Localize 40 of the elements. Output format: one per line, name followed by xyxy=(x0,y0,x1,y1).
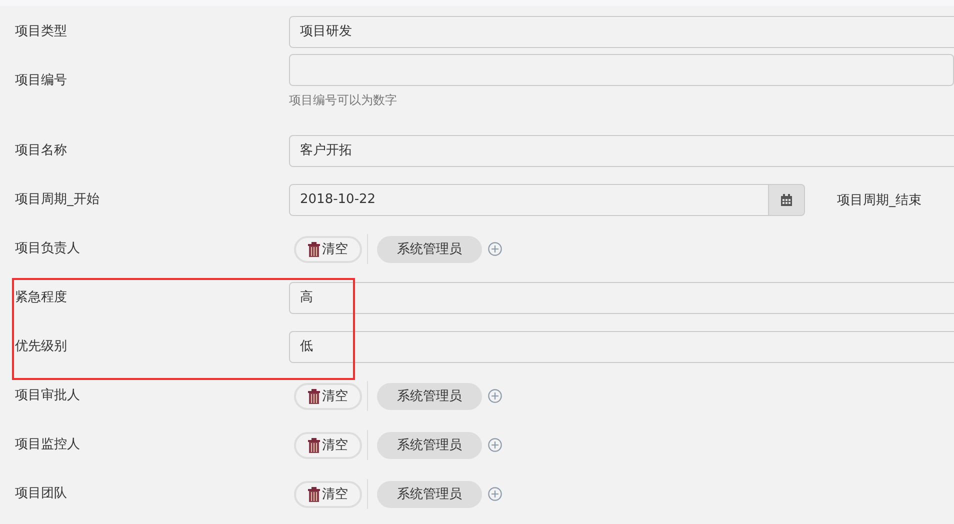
date-field[interactable]: 2018-10-22 xyxy=(289,184,769,216)
field-label: 项目团队 xyxy=(14,485,68,503)
field-label: 项目周期_开始 xyxy=(14,191,100,209)
calendar-icon xyxy=(780,194,793,206)
field-label: 项目编号 xyxy=(14,72,68,90)
field-label: 项目周期_结束 xyxy=(837,192,922,209)
input-field[interactable]: 客户开拓 xyxy=(289,135,954,167)
field-label: 项目类型 xyxy=(14,23,68,41)
add-icon xyxy=(488,242,502,256)
add-button[interactable] xyxy=(488,487,502,501)
trash-icon xyxy=(308,486,320,502)
input-field[interactable]: 低 xyxy=(289,331,954,363)
clear-button[interactable]: 清空 xyxy=(294,382,362,410)
trash-icon xyxy=(308,438,320,452)
add-icon xyxy=(488,487,502,501)
field-label: 项目监控人 xyxy=(14,436,81,454)
hint-text: 项目编号可以为数字 xyxy=(289,92,398,108)
calendar-button[interactable] xyxy=(769,184,805,216)
input-field[interactable] xyxy=(289,54,954,86)
add-icon xyxy=(488,389,502,403)
add-button[interactable] xyxy=(488,438,502,452)
field-label: 项目审批人 xyxy=(14,387,81,405)
person-chip[interactable]: 系统管理员 xyxy=(377,236,482,262)
field-label: 项目名称 xyxy=(14,142,68,160)
person-chip[interactable]: 系统管理员 xyxy=(377,432,482,458)
clear-button[interactable]: 清空 xyxy=(294,480,362,508)
add-button[interactable] xyxy=(488,242,502,256)
add-button[interactable] xyxy=(488,389,502,403)
clear-button[interactable]: 清空 xyxy=(294,432,362,458)
field-label: 项目负责人 xyxy=(14,240,81,258)
field-label: 紧急程度 xyxy=(14,289,68,307)
person-chip[interactable]: 系统管理员 xyxy=(377,382,482,410)
field-label: 优先级别 xyxy=(14,338,68,356)
trash-icon xyxy=(308,242,320,256)
clear-button[interactable]: 清空 xyxy=(294,236,362,262)
input-field[interactable]: 项目研发 xyxy=(289,16,954,48)
person-chip[interactable]: 系统管理员 xyxy=(377,480,482,508)
input-field[interactable]: 高 xyxy=(289,282,954,314)
trash-icon xyxy=(308,388,320,404)
add-icon xyxy=(488,438,502,452)
